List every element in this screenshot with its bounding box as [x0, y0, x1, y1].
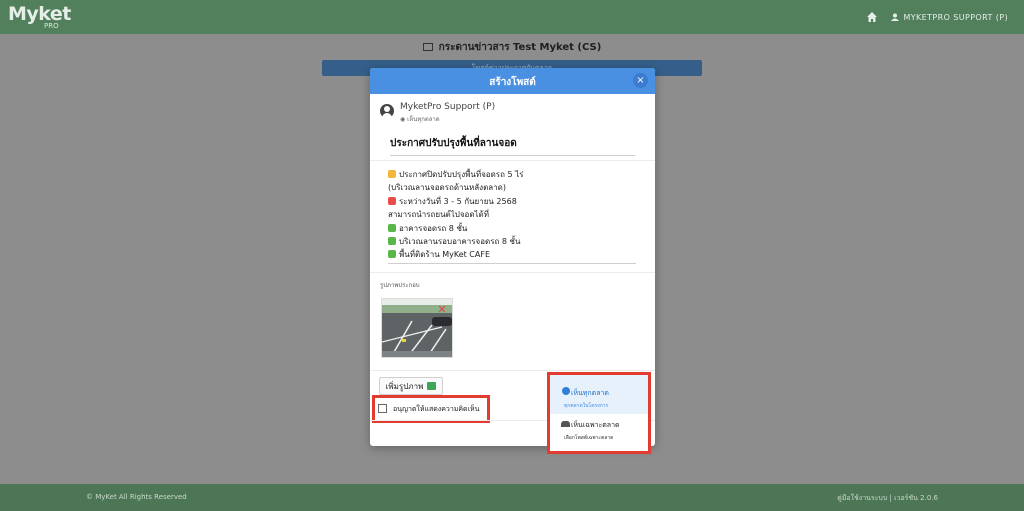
avatar-icon — [380, 104, 394, 118]
modal-header: สร้างโพสต์ × — [370, 68, 655, 94]
visibility-option-all[interactable]: เห็นทุกตลาด ทุกตลาดในโครงการ — [550, 375, 648, 414]
home-icon[interactable] — [867, 12, 878, 22]
remove-image-icon[interactable]: ✕ — [436, 304, 448, 316]
body-line: ประกาศปิดปรับปรุงพื้นที่จอดรถ 5 ไร่ — [388, 168, 636, 181]
modal-title: สร้างโพสต์ — [489, 77, 536, 88]
author-visibility[interactable]: ◉ เห็นทุกตลาด — [400, 114, 495, 124]
top-right-nav: MYKETPRO SUPPORT (P) — [867, 12, 1008, 22]
check-emoji-icon — [388, 250, 396, 259]
visibility-option-all-sub: ทุกตลาดในโครงการ — [564, 403, 609, 409]
people-icon — [561, 421, 570, 427]
author-name: MyketPro Support (P) — [400, 102, 496, 112]
author-block: MyketPro Support (P) ◉ เห็นทุกตลาด — [380, 102, 495, 124]
images-label: รูปภาพประกอบ — [380, 282, 420, 289]
allow-comments-checkbox[interactable] — [378, 404, 387, 413]
body-line: อาคารจอดรถ 8 ชั้น — [388, 222, 636, 235]
divider — [370, 160, 655, 161]
allow-comments-label[interactable]: อนุญาตให้แสดงความคิดเห็น — [393, 404, 479, 415]
check-emoji-icon — [388, 237, 396, 246]
page-title-text: กระดานข่าวสาร Test Myket (CS) — [438, 42, 602, 53]
footer-links[interactable]: คู่มือใช้งานระบบ | เวอร์ชัน 2.0.6 — [837, 493, 938, 504]
body-line: สามารถนำรถยนต์ไปจอดได้ที่ — [388, 210, 490, 220]
top-navbar: Myket PRO MYKETPRO SUPPORT (P) — [0, 0, 1024, 34]
body-line: ระหว่างวันที่ 3 - 5 กันยายน 2568 — [388, 195, 636, 208]
divider — [370, 370, 655, 371]
folder-emoji-icon — [388, 170, 396, 178]
user-label: MYKETPRO SUPPORT (P) — [903, 12, 1008, 22]
body-line: พื้นที่ติดร้าน MyKet CAFE — [388, 248, 636, 261]
visibility-dropdown: เห็นทุกตลาด ทุกตลาดในโครงการ เห็นเฉพาะตล… — [547, 372, 651, 454]
post-body-textarea[interactable]: ประกาศปิดปรับปรุงพื้นที่จอดรถ 5 ไร่ (บริ… — [388, 168, 636, 264]
app-logo-sub: PRO — [44, 22, 59, 30]
add-image-button[interactable]: เพิ่มรูปภาพ — [379, 377, 443, 395]
user-icon — [891, 13, 900, 21]
user-menu[interactable]: MYKETPRO SUPPORT (P) — [891, 13, 1008, 22]
body-line: (บริเวณลานจอดรถด้านหลังตลาด) — [388, 183, 506, 193]
post-title-input[interactable]: ประกาศปรับปรุงพื้นที่ลานจอด — [390, 136, 635, 156]
divider — [370, 272, 655, 273]
page-footer: © MyKet All Rights Reserved คู่มือใช้งาน… — [0, 484, 1024, 511]
visibility-option-specific-sub: เลือกโพสต์เฉพาะตลาด — [564, 435, 614, 441]
close-button[interactable]: × — [633, 73, 648, 88]
visibility-option-specific-label: เห็นเฉพาะตลาด — [571, 421, 620, 429]
page-title: กระดานข่าวสาร Test Myket (CS) — [0, 40, 1024, 55]
visibility-option-all-label: เห็นทุกตลาด — [571, 389, 609, 397]
board-icon — [422, 43, 433, 51]
image-icon — [427, 382, 437, 390]
footer-copyright: © MyKet All Rights Reserved — [86, 493, 187, 501]
check-emoji-icon — [388, 223, 396, 232]
calendar-emoji-icon — [388, 196, 396, 205]
body-line: บริเวณลานรอบอาคารจอดรถ 8 ชั้น — [388, 235, 636, 248]
app-logo[interactable]: Myket — [8, 3, 71, 25]
globe-icon — [562, 387, 570, 395]
